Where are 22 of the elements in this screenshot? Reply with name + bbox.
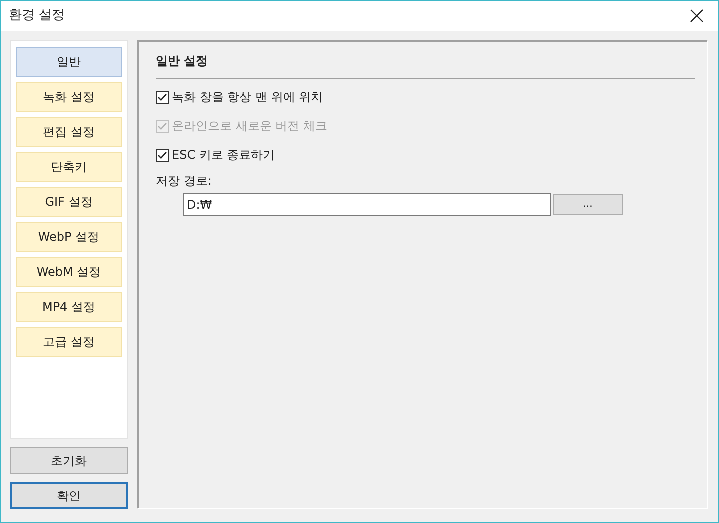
action-button[interactable]: 확인 [10,482,128,509]
sidebar-item[interactable]: 단축키 [16,152,122,182]
sidebar-item[interactable]: 편집 설정 [16,117,122,147]
sidebar-item[interactable]: MP4 설정 [16,292,122,322]
checkbox-label: 녹화 창을 항상 맨 위에 위치 [172,89,324,106]
path-field[interactable]: D:₩ [183,193,551,216]
action-button[interactable]: 초기화 [10,447,128,474]
checkbox-label: ESC 키로 종료하기 [172,147,276,164]
checkbox[interactable] [156,148,169,162]
sidebar-item[interactable]: 녹화 설정 [16,82,122,112]
sidebar-item[interactable]: 일반 [16,47,122,77]
panel-title: 일반 설정 [156,52,208,79]
sidebar-item[interactable]: 고급 설정 [16,327,122,357]
field-label: 저장 경로: [156,173,213,190]
checkbox-label: 온라인으로 새로운 버전 체크 [172,118,328,135]
sidebar-item[interactable]: WebM 설정 [16,257,122,287]
sidebar-item[interactable]: WebP 설정 [16,222,122,252]
browse-button[interactable]: ... [553,194,623,215]
window-title: 환경 설정 [9,7,66,26]
close-icon [690,9,704,23]
checkbox[interactable] [156,90,169,104]
sidebar-item[interactable]: GIF 설정 [16,187,122,217]
